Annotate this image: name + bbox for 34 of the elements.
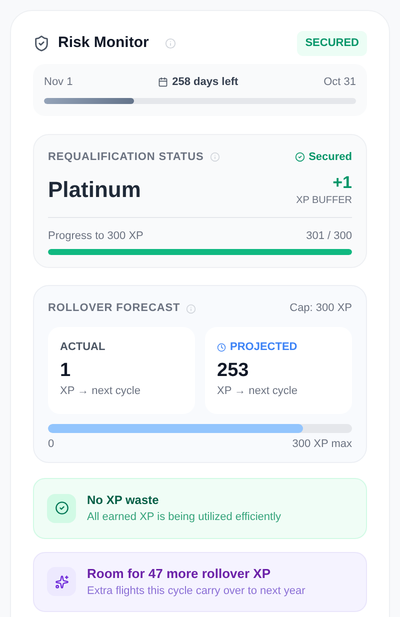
panel-title: Risk Monitor	[58, 33, 149, 53]
alert-title: Room for 47 more rollover XP	[87, 564, 272, 582]
calendar-icon	[158, 76, 168, 87]
shield-icon	[33, 34, 50, 52]
section-title: ROLLOVER FORECAST	[48, 301, 180, 316]
tile-unit: XP → next cycle	[217, 384, 298, 399]
tile-label: PROJECTED	[230, 340, 298, 355]
section-title: REQUALIFICATION STATUS	[48, 150, 204, 165]
info-icon[interactable]	[186, 304, 196, 314]
status-badge: SECURED	[297, 31, 367, 56]
progress-label: Progress to 300 XP	[48, 228, 144, 244]
tile-unit: XP → next cycle	[60, 384, 142, 399]
tile-label: ACTUAL	[60, 340, 106, 355]
status-label: Secured	[308, 150, 352, 165]
cap-label: Cap: 300 XP	[290, 301, 352, 316]
days-left: 258 days left	[172, 74, 238, 90]
clock-icon	[217, 342, 226, 352]
start-date: Nov 1	[44, 74, 73, 90]
check-circle-icon	[294, 152, 305, 162]
alert-title: No XP waste	[87, 492, 160, 509]
info-icon[interactable]	[210, 152, 220, 162]
buffer-value: +1	[332, 172, 352, 193]
alert-text: All earned XP is being utilized efficiently	[87, 510, 282, 525]
tile-value: 253	[217, 359, 250, 383]
scale-max: 300 XP max	[292, 436, 352, 452]
tier-name: Platinum	[48, 176, 141, 204]
progress-reading: 301 / 300	[306, 228, 352, 244]
scale-min: 0	[48, 436, 54, 452]
buffer-label: XP BUFFER	[296, 194, 352, 208]
sparkles-icon	[47, 567, 76, 596]
alert-text: Extra flights this cycle carry over to next year	[87, 584, 306, 599]
tile-value: 1	[60, 359, 72, 383]
end-date: Oct 31	[324, 74, 356, 90]
info-icon[interactable]	[164, 38, 176, 49]
